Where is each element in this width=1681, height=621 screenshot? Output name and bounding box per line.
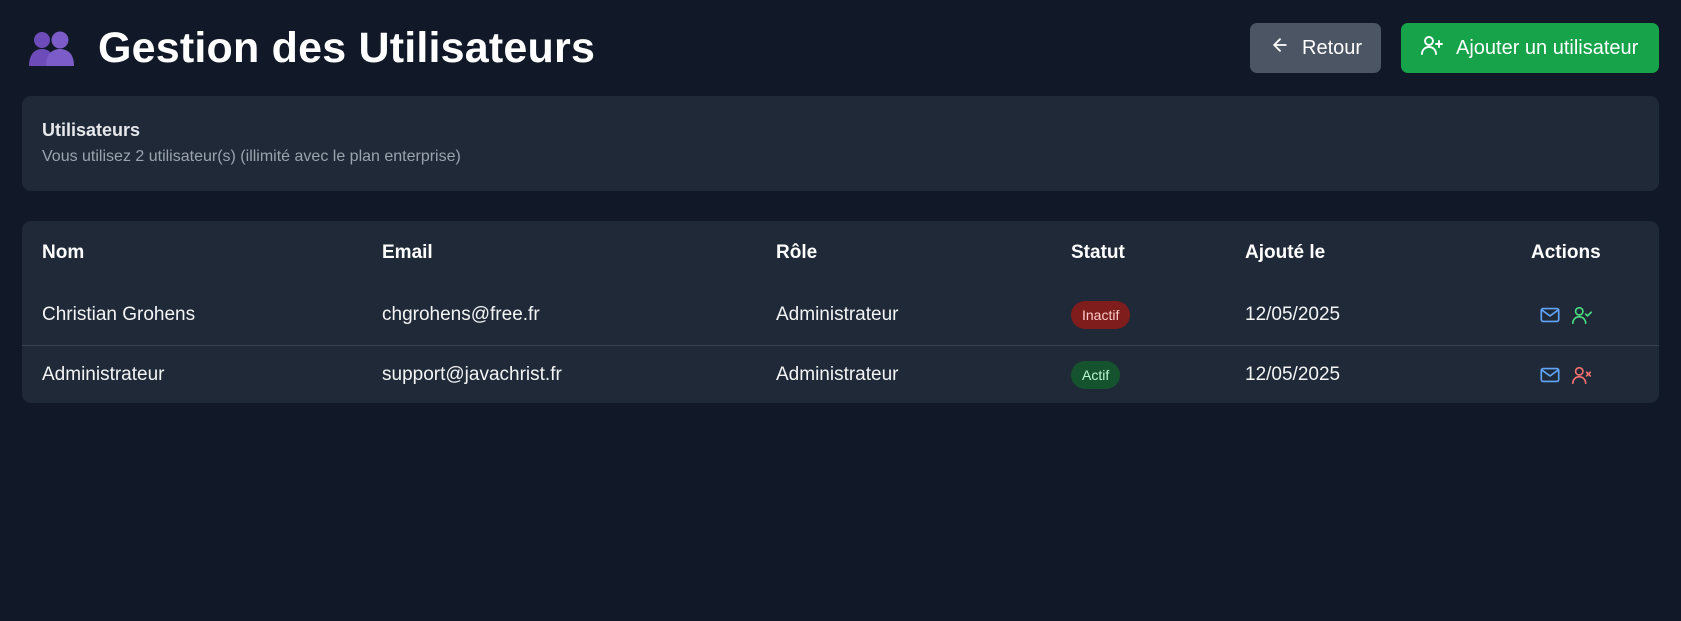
- users-table-card: Nom Email Rôle Statut Ajouté le Actions …: [22, 221, 1659, 403]
- column-header-nom: Nom: [42, 242, 85, 263]
- add-user-button-label: Ajouter un utilisateur: [1456, 36, 1639, 59]
- user-plus-icon: [1420, 33, 1444, 63]
- mail-icon[interactable]: [1539, 364, 1561, 386]
- user-check-icon[interactable]: [1571, 304, 1593, 326]
- user-x-icon[interactable]: [1571, 364, 1593, 386]
- user-status-cell: Actif: [1051, 344, 1225, 403]
- column-header-email: Email: [382, 242, 433, 263]
- page-title: Gestion des Utilisateurs: [98, 23, 596, 72]
- info-title: Utilisateurs: [42, 120, 141, 140]
- back-button-label: Retour: [1302, 36, 1363, 59]
- table-row: Administrateur support@javachrist.fr Adm…: [22, 344, 1659, 403]
- column-header-role: Rôle: [776, 242, 818, 263]
- users-info-card: Utilisateurs Vous utilisez 2 utilisateur…: [22, 96, 1659, 191]
- user-email: chgrohens@free.fr: [382, 303, 540, 325]
- user-date: 12/05/2025: [1225, 344, 1511, 403]
- user-actions: [1511, 285, 1659, 345]
- arrow-left-icon: [1270, 35, 1290, 61]
- user-email: support@javachrist.fr: [362, 344, 756, 403]
- page-header: Gestion des Utilisateurs Retour Ajouter …: [22, 0, 1659, 96]
- column-header-statut: Statut: [1071, 242, 1125, 263]
- table-row: Christian Grohens chgrohens@free.fr Admi…: [22, 285, 1659, 345]
- header-actions: Retour Ajouter un utilisateur: [1250, 23, 1659, 73]
- page: Gestion des Utilisateurs Retour Ajouter …: [0, 0, 1681, 621]
- add-user-button[interactable]: Ajouter un utilisateur: [1401, 23, 1659, 73]
- user-date: 12/05/2025: [1245, 303, 1341, 325]
- users-table: Nom Email Rôle Statut Ajouté le Actions …: [22, 221, 1659, 403]
- user-actions: [1511, 344, 1659, 403]
- table-header-row: Nom Email Rôle Statut Ajouté le Actions: [22, 221, 1659, 285]
- user-status-cell: Inactif: [1051, 285, 1225, 345]
- user-name: Administrateur: [22, 344, 362, 403]
- status-badge: Inactif: [1071, 300, 1131, 329]
- users-icon: [28, 28, 76, 68]
- title-group: Gestion des Utilisateurs: [22, 24, 595, 73]
- mail-icon[interactable]: [1539, 304, 1561, 326]
- status-badge: Actif: [1071, 361, 1121, 390]
- user-role: Administrateur: [776, 303, 899, 325]
- user-name: Christian Grohens: [42, 303, 196, 325]
- user-role: Administrateur: [756, 344, 1051, 403]
- column-header-date: Ajouté le: [1245, 242, 1326, 263]
- back-button[interactable]: Retour: [1250, 23, 1381, 73]
- column-header-actions: Actions: [1531, 242, 1601, 263]
- info-subtitle: Vous utilisez 2 utilisateur(s) (illimité…: [42, 148, 461, 165]
